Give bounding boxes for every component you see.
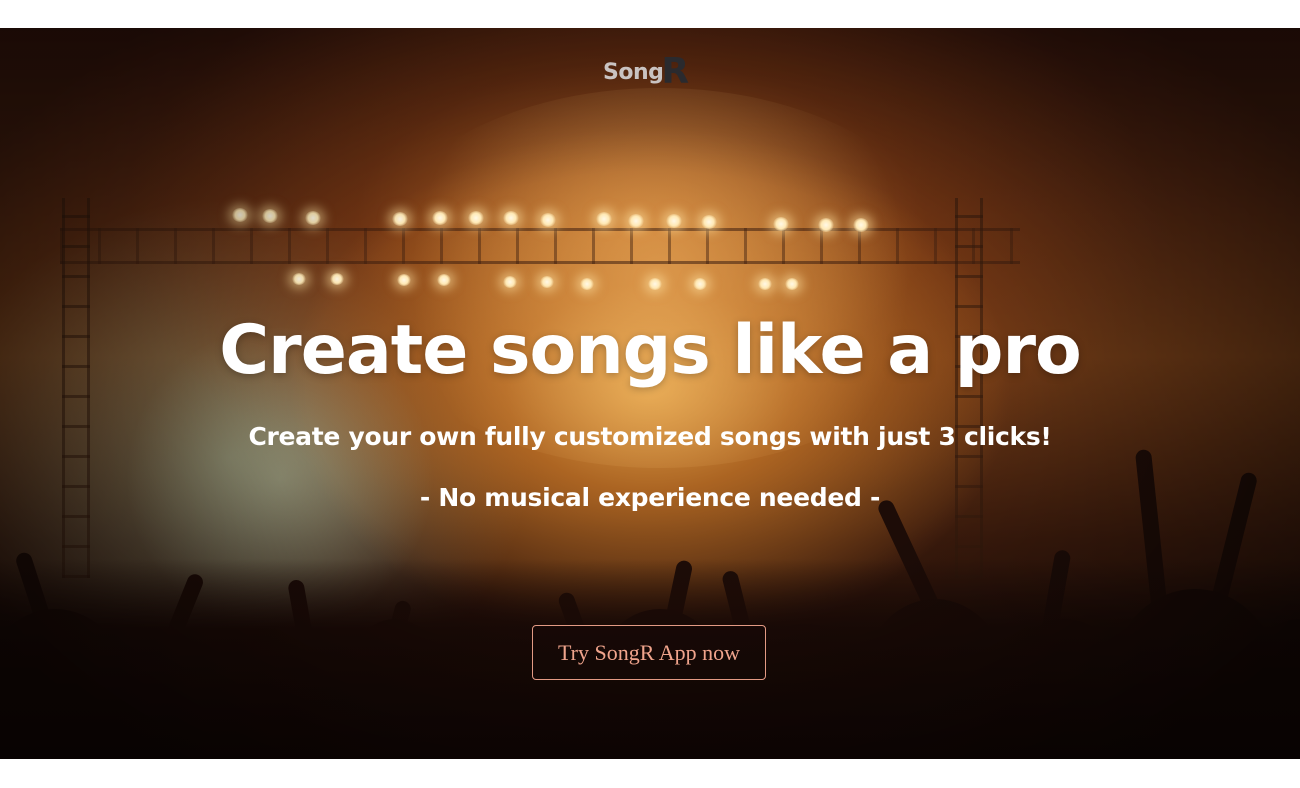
- try-app-button[interactable]: Try SongR App now: [532, 625, 766, 680]
- hero-subheadline: Create your own fully customized songs w…: [248, 422, 1052, 451]
- hero-headline: Create songs like a pro: [219, 311, 1081, 390]
- hero-section: Song R Create songs like a pro Create yo…: [0, 28, 1300, 759]
- page: Song R Create songs like a pro Create yo…: [0, 0, 1300, 788]
- logo-wordmark: Song: [603, 59, 664, 85]
- songr-logo[interactable]: Song R: [603, 52, 689, 92]
- logo-r-mark: R: [661, 51, 690, 92]
- hero-tagline: - No musical experience needed -: [419, 483, 881, 512]
